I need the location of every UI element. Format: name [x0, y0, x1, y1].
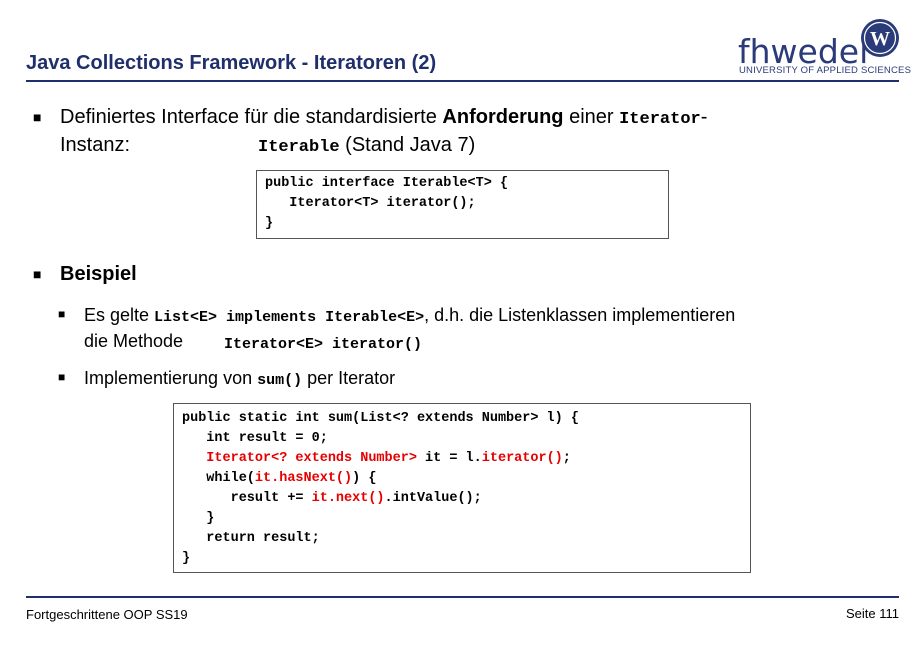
- code-line: public static int sum(List<? extends Num…: [182, 411, 579, 426]
- footer-divider: [26, 596, 899, 598]
- code-line: Iterator<T> iterator();: [265, 196, 476, 211]
- code-line: }: [182, 551, 191, 566]
- code-block-iterable: public interface Iterable<T> { Iterator<…: [256, 170, 669, 239]
- code-line: while(it.hasNext()) {: [182, 469, 750, 489]
- bullet-marker: ■: [33, 266, 42, 282]
- code-line: int result = 0;: [182, 431, 328, 446]
- sub-bullet-marker: ■: [58, 307, 66, 321]
- bullet1-line2-text: (Stand Java 7): [339, 134, 476, 156]
- sub1-text-b: , d.h. die Listenklassen implementieren: [424, 305, 736, 325]
- logo-badge-icon: W: [861, 19, 899, 57]
- code-text: it = l.: [416, 451, 482, 466]
- sub1-code: List<E> implements Iterable<E>: [154, 309, 425, 326]
- page-title: Java Collections Framework - Iteratoren …: [26, 52, 437, 74]
- header-divider: [26, 80, 899, 82]
- sub2-code: sum(): [257, 372, 303, 389]
- code-line: result += it.next().intValue();: [182, 489, 750, 509]
- bullet1-text-a: Definiertes Interface für die standardis…: [60, 106, 443, 128]
- sub2-line: Implementierung von sum() per Iterator: [84, 365, 395, 394]
- code-line: public interface Iterable<T> {: [265, 176, 509, 191]
- badge-letter: W: [870, 28, 890, 50]
- code-highlight: iterator(): [481, 451, 563, 466]
- bullet1-dash: -: [700, 106, 708, 128]
- code-text: while(: [182, 471, 255, 486]
- footer-page-number: Seite 111: [845, 606, 899, 621]
- code-line: }: [182, 511, 215, 526]
- code-line: Iterator<? extends Number> it = l.iterat…: [182, 449, 750, 469]
- sub1-text-a: Es gelte: [84, 305, 155, 325]
- bullet-marker: ■: [33, 109, 42, 125]
- code-highlight: it.next(): [311, 491, 385, 506]
- code-text: .intValue();: [384, 491, 482, 506]
- section-heading-beispiel: Beispiel: [60, 263, 137, 285]
- fh-wedel-logo: fhwedel UNIVERSITY OF APPLIED SCIENCES W: [738, 18, 911, 80]
- bullet1-line1: Definiertes Interface für die standardis…: [60, 104, 707, 133]
- bullet1-code-iterator: Iterator: [619, 110, 701, 129]
- bullet1-line2: Iterable (Stand Java 7): [258, 132, 475, 161]
- sub2-text-a: Implementierung von: [84, 368, 258, 388]
- bullet1-line2-label: Instanz:: [60, 134, 131, 156]
- code-text: ) {: [352, 471, 377, 486]
- sub-bullet-marker: ■: [58, 370, 66, 384]
- bullet1-code-iterable: Iterable: [258, 138, 340, 157]
- code-text: ;: [562, 451, 571, 466]
- sub1-line2-label: die Methode: [84, 331, 184, 351]
- code-text: result +=: [182, 491, 312, 506]
- sub1-line2: Iterator<E> iterator(): [224, 329, 422, 358]
- code-line: return result;: [182, 531, 320, 546]
- sub1-line1: Es gelte List<E> implements Iterable<E>,…: [84, 302, 735, 331]
- code-line: }: [265, 216, 274, 231]
- sub1-code-iterator: Iterator<E> iterator(): [224, 336, 423, 353]
- footer-course: Fortgeschrittene OOP SS19: [26, 607, 188, 622]
- code-highlight: Iterator<? extends Number>: [182, 451, 417, 466]
- bullet1-bold: Anforderung: [442, 106, 564, 128]
- code-highlight: it.hasNext(): [254, 471, 353, 486]
- sub2-text-b: per Iterator: [302, 368, 396, 388]
- bullet1-text-b: einer: [563, 106, 620, 128]
- code-block-sum: public static int sum(List<? extends Num…: [173, 403, 751, 573]
- logo-subtitle: UNIVERSITY OF APPLIED SCIENCES: [739, 65, 912, 76]
